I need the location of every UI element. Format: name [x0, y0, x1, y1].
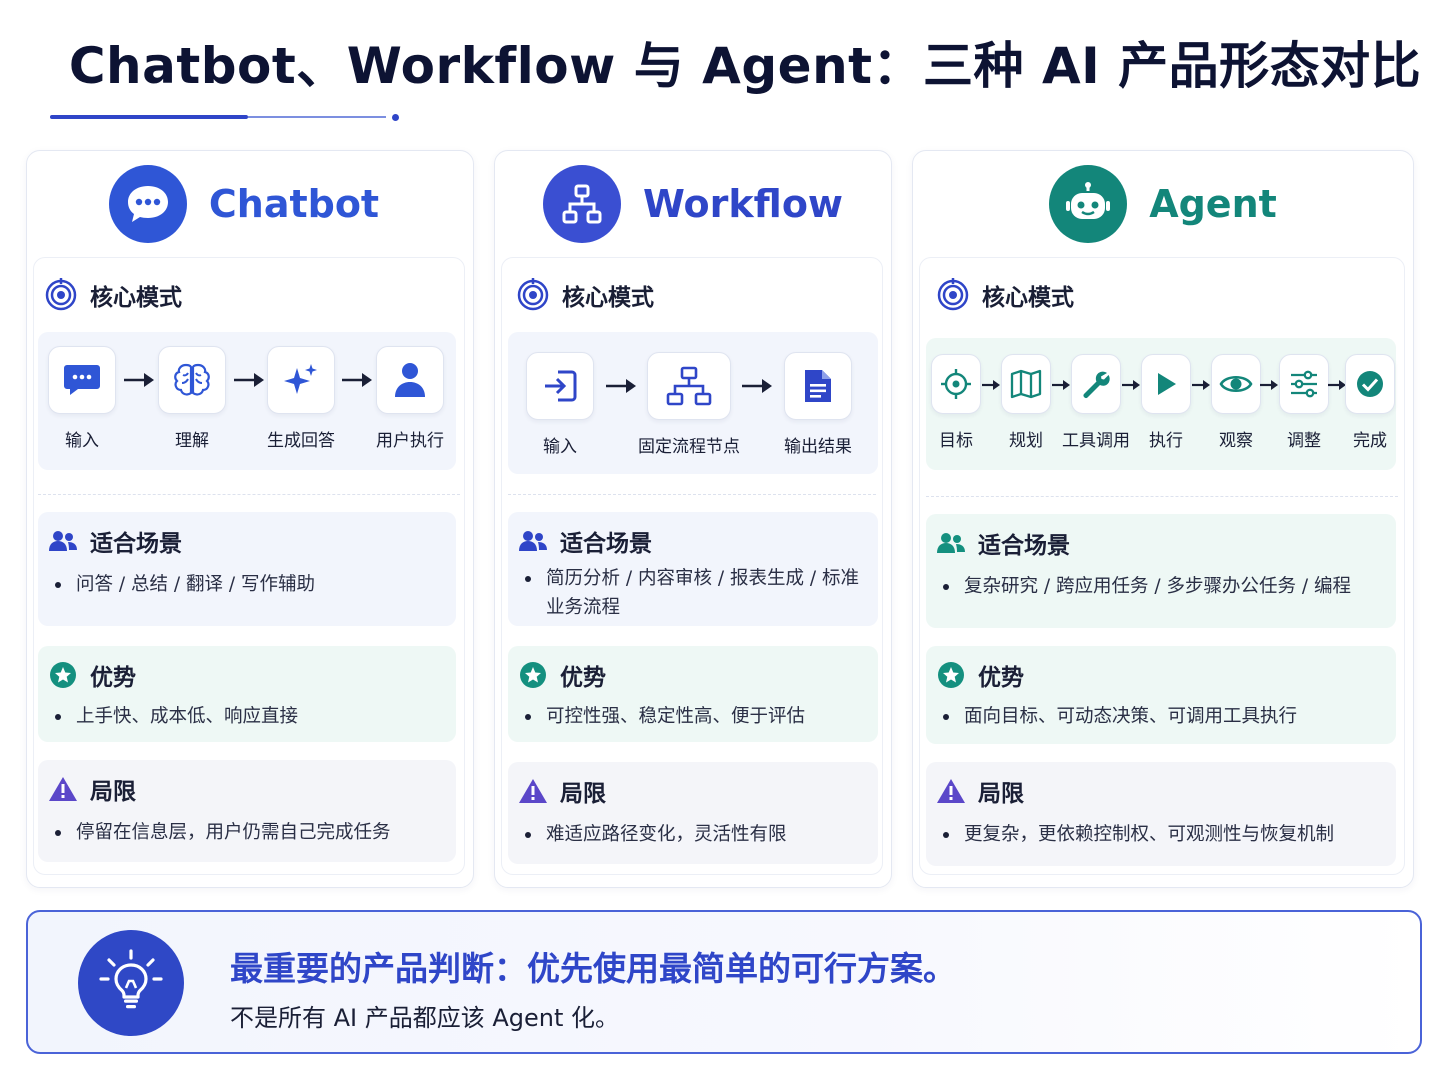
login-icon: [526, 352, 594, 420]
arrow-icon: [1260, 380, 1278, 390]
scenario-box: 适合场景 简历分析 / 内容审核 / 报表生成 / 标准业务流程: [508, 512, 878, 626]
users-icon: [519, 531, 547, 551]
arrow-icon: [342, 373, 372, 387]
flow-node-complete: 完成: [1344, 354, 1396, 451]
star-badge-icon: [520, 662, 546, 688]
check-icon: [1345, 354, 1395, 414]
advantage-box: 优势 面向目标、可动态决策、可调用工具执行: [926, 646, 1396, 744]
flow-node-plan: 规划: [1000, 354, 1052, 451]
advantage-box: 优势 可控性强、稳定性高、便于评估: [508, 646, 878, 742]
eye-icon: [1211, 354, 1261, 414]
arrow-icon: [1192, 380, 1210, 390]
star-badge-icon: [938, 662, 964, 688]
map-icon: [1001, 354, 1051, 414]
limit-box: 局限 停留在信息层，用户仍需自己完成任务: [38, 760, 456, 862]
flow-node-input: 输入: [48, 346, 116, 451]
flow-node-tool-call: 工具调用: [1062, 354, 1130, 451]
play-icon: [1141, 354, 1191, 414]
core-mode-title: 核心模式: [44, 278, 182, 312]
arrow-icon: [742, 379, 772, 393]
banner-title: 最重要的产品判断：优先使用最简单的可行方案。: [230, 949, 956, 988]
target-icon: [517, 278, 549, 311]
workflow-tree-icon: [542, 165, 621, 243]
divider: [508, 494, 876, 495]
flow-node-input: 输入: [526, 352, 594, 457]
chatbot-header: Chatbot: [27, 163, 473, 245]
agent-header: Agent: [913, 163, 1413, 245]
flow-node-understand: 理解: [158, 346, 226, 451]
sparkle-icon: [267, 346, 335, 414]
chat-icon: [48, 346, 116, 414]
sliders-icon: [1279, 354, 1329, 414]
agent-card: 核心模式 目标 规划 工具调用 执行 观察 调整 完成 适合场景 复杂研究 / …: [919, 257, 1405, 875]
limit-box: 局限 难适应路径变化，灵活性有限: [508, 762, 878, 864]
chatbot-column: Chatbot 核心模式 输入 理解 生成回答 用户执行 适合场景 问答 / 总…: [26, 150, 474, 888]
title-underline: [50, 114, 400, 121]
arrow-icon: [606, 379, 636, 393]
divider: [926, 496, 1398, 497]
user-icon: [376, 346, 444, 414]
warning-icon: [937, 779, 965, 803]
workflow-card: 核心模式 输入 固定流程节点 输出结果 适合场景 简历分析 / 内容审核 / 报…: [501, 257, 883, 875]
flow-node-user-exec: 用户执行: [372, 346, 448, 451]
workflow-header: Workflow: [495, 163, 891, 245]
target-icon: [45, 278, 77, 311]
users-icon: [49, 531, 77, 551]
advantage-box: 优势 上手快、成本低、响应直接: [38, 646, 456, 742]
lightbulb-icon: [78, 930, 184, 1036]
document-icon: [784, 352, 852, 420]
scenario-box: 适合场景 复杂研究 / 跨应用任务 / 多步骤办公任务 / 编程: [926, 514, 1396, 628]
core-mode-title: 核心模式: [516, 278, 654, 312]
core-mode-title: 核心模式: [936, 278, 1074, 312]
banner-subtitle: 不是所有 AI 产品都应该 Agent 化。: [230, 1004, 620, 1032]
flow-node-observe: 观察: [1210, 354, 1262, 451]
warning-icon: [519, 779, 547, 803]
arrow-icon: [234, 373, 264, 387]
chatbot-flow: 输入 理解 生成回答 用户执行: [38, 332, 456, 470]
arrow-icon: [1122, 380, 1140, 390]
chatbot-name: Chatbot: [208, 182, 380, 226]
robot-icon: [1049, 165, 1128, 243]
star-badge-icon: [50, 662, 76, 688]
workflow-name: Workflow: [642, 182, 844, 226]
page-title: Chatbot、Workflow 与 Agent：三种 AI 产品形态对比: [68, 37, 1422, 95]
wrench-icon: [1071, 354, 1121, 414]
conclusion-banner: 最重要的产品判断：优先使用最简单的可行方案。 不是所有 AI 产品都应该 Age…: [26, 910, 1422, 1054]
agent-column: Agent 核心模式 目标 规划 工具调用 执行 观察 调整 完成 适合场景 复…: [912, 150, 1414, 888]
arrow-icon: [124, 373, 154, 387]
arrow-icon: [982, 380, 1000, 390]
flow-node-fixed-flow: 固定流程节点: [634, 352, 744, 457]
target-icon: [931, 354, 981, 414]
flow-node-goal: 目标: [930, 354, 982, 451]
chatbot-card: 核心模式 输入 理解 生成回答 用户执行 适合场景 问答 / 总结 / 翻译 /…: [33, 257, 465, 875]
users-icon: [937, 533, 965, 553]
divider: [38, 494, 460, 495]
scenario-box: 适合场景 问答 / 总结 / 翻译 / 写作辅助: [38, 512, 456, 626]
workflow-flow: 输入 固定流程节点 输出结果: [508, 332, 878, 474]
flow-node-execute: 执行: [1140, 354, 1192, 451]
flow-node-generate: 生成回答: [264, 346, 338, 451]
agent-name: Agent: [1149, 182, 1277, 226]
target-icon: [937, 278, 969, 311]
limit-box: 局限 更复杂，更依赖控制权、可观测性与恢复机制: [926, 762, 1396, 866]
flow-node-output: 输出结果: [778, 352, 858, 457]
flow-node-adjust: 调整: [1278, 354, 1330, 451]
agent-flow: 目标 规划 工具调用 执行 观察 调整 完成: [926, 338, 1396, 470]
warning-icon: [49, 777, 77, 801]
chat-bubble-icon: [108, 165, 187, 243]
workflow-column: Workflow 核心模式 输入 固定流程节点 输出结果 适合场景 简历分析 /…: [494, 150, 892, 888]
brain-icon: [158, 346, 226, 414]
tree-icon: [647, 352, 731, 420]
